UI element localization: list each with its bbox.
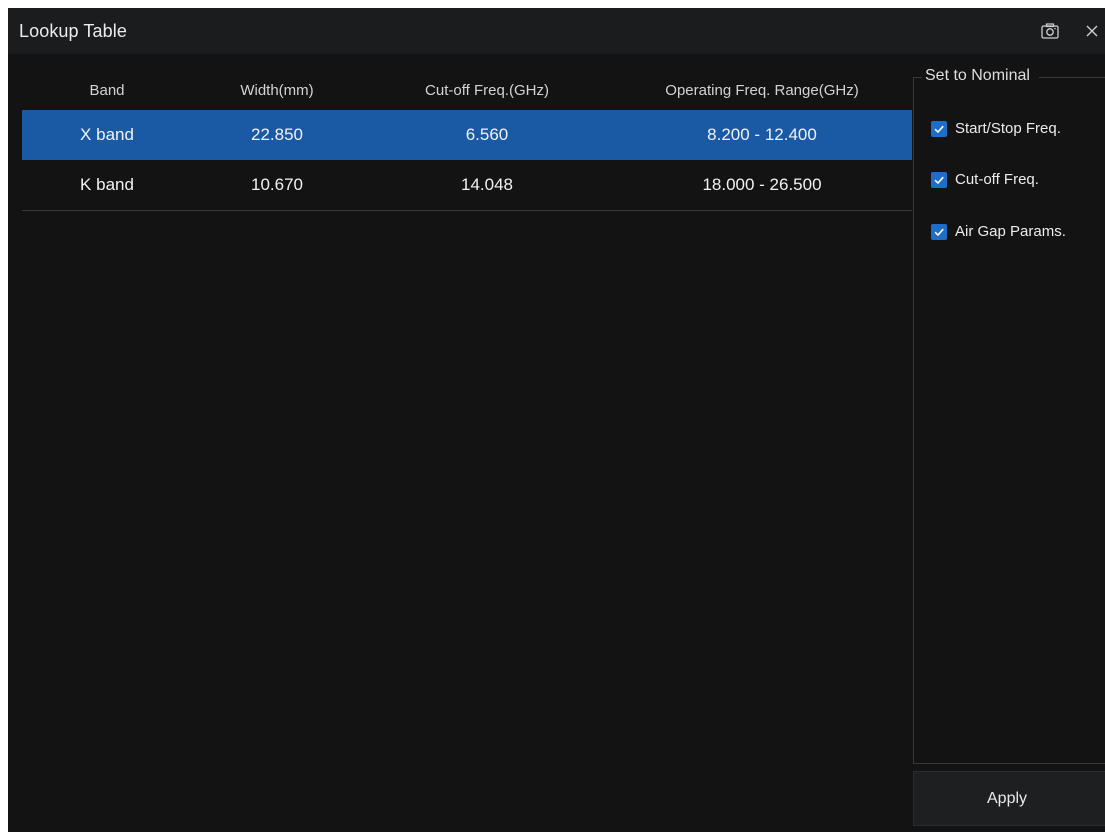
checkmark-icon xyxy=(931,223,947,240)
table-row[interactable]: X band 22.850 6.560 8.200 - 12.400 xyxy=(22,110,912,160)
column-header-width[interactable]: Width(mm) xyxy=(192,70,362,110)
title-bar: Lookup Table xyxy=(8,8,1105,54)
cutoff-freq-checkbox[interactable]: Cut-off Freq. xyxy=(931,171,1039,188)
checkbox-label: Air Gap Params. xyxy=(955,223,1066,240)
band-cell: K band xyxy=(80,175,134,194)
table-divider xyxy=(22,210,912,211)
column-header-cutoff[interactable]: Cut-off Freq.(GHz) xyxy=(362,70,612,110)
window-title: Lookup Table xyxy=(19,21,127,41)
start-stop-freq-checkbox[interactable]: Start/Stop Freq. xyxy=(931,120,1061,137)
group-title: Set to Nominal xyxy=(922,67,1039,85)
table-row[interactable]: K band 10.670 14.048 18.000 - 26.500 xyxy=(22,160,912,210)
close-icon[interactable] xyxy=(1080,19,1104,43)
range-cell: 8.200 - 12.400 xyxy=(707,125,817,144)
cutoff-cell: 14.048 xyxy=(461,175,513,194)
camera-icon[interactable] xyxy=(1038,19,1062,43)
checkbox-label: Start/Stop Freq. xyxy=(955,120,1061,137)
column-header-band[interactable]: Band xyxy=(22,70,192,110)
air-gap-params-checkbox[interactable]: Air Gap Params. xyxy=(931,223,1066,240)
column-header-range[interactable]: Operating Freq. Range(GHz) xyxy=(612,70,912,110)
checkmark-icon xyxy=(931,171,947,188)
cutoff-cell: 6.560 xyxy=(465,125,509,144)
range-cell: 18.000 - 26.500 xyxy=(702,175,822,194)
lookup-table-dialog: Lookup Table Band Width(mm) Cut-off Freq… xyxy=(8,8,1105,832)
checkmark-icon xyxy=(931,120,947,137)
set-to-nominal-group: Set to Nominal Start/Stop Freq. Cut-off … xyxy=(913,67,1105,764)
width-cell: 22.850 xyxy=(251,125,303,144)
band-cell: X band xyxy=(80,125,134,144)
table-header: Band Width(mm) Cut-off Freq.(GHz) Operat… xyxy=(22,70,912,110)
apply-button[interactable]: Apply xyxy=(913,771,1105,826)
lookup-table: Band Width(mm) Cut-off Freq.(GHz) Operat… xyxy=(22,70,912,211)
checkbox-label: Cut-off Freq. xyxy=(955,171,1039,188)
width-cell: 10.670 xyxy=(251,175,303,194)
